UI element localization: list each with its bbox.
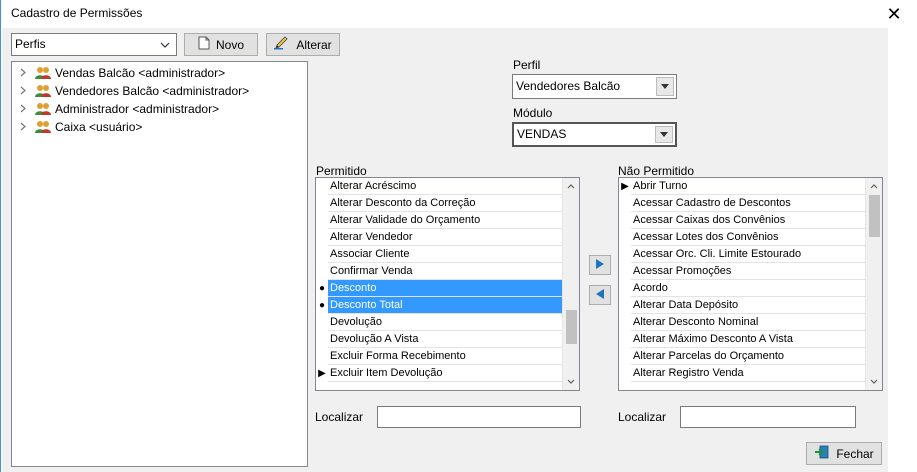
list-item-selected[interactable]: ● Desconto [316, 280, 562, 297]
scroll-thumb[interactable] [566, 310, 577, 344]
tree-item-label: Administrador <administrador> [55, 102, 220, 116]
perfil-label: Perfil [513, 58, 541, 72]
new-document-icon [198, 36, 210, 53]
row-pointer-icon: ▶ [318, 368, 326, 379]
chevron-right-icon [20, 104, 34, 115]
nao-permitido-label: Não Permitido [618, 164, 695, 178]
scroll-thumb[interactable] [869, 195, 880, 237]
list-item[interactable]: Acessar Lotes dos Convênios [619, 229, 865, 246]
selection-dot-icon: ● [318, 300, 326, 311]
perfil-combo[interactable]: Vendedores Balcão [512, 74, 677, 99]
close-button[interactable]: ✕ [871, 0, 917, 28]
list-item[interactable]: Alterar Parcelas do Orçamento [619, 348, 865, 365]
localizar-permitido-label: Localizar [315, 410, 364, 424]
chevron-right-icon [20, 86, 34, 97]
modulo-label: Módulo [513, 106, 553, 120]
list-item[interactable]: Acessar Cadastro de Descontos [619, 195, 865, 212]
tree-item-label: Vendas Balcão <administrador> [55, 66, 226, 80]
title-bar: Cadastro de Permissões ✕ [1, 0, 917, 28]
perfis-combo-value: Perfis [15, 37, 46, 51]
localizar-nao-permitido-input[interactable] [680, 406, 856, 428]
alterar-label: Alterar [296, 37, 332, 52]
tree-item-label: Caixa <usuário> [55, 120, 143, 134]
perfis-combo[interactable]: Perfis [11, 33, 177, 56]
permissions-window: Cadastro de Permissões ✕ Perfis Novo Alt… [0, 0, 917, 472]
list-item[interactable]: Acordo [619, 280, 865, 297]
scroll-down-icon[interactable] [563, 373, 579, 390]
arrow-right-icon [595, 258, 605, 273]
list-item-current[interactable]: ▶ Abrir Turno [619, 178, 865, 195]
tree-item[interactable]: Vendedores Balcão <administrador> [20, 82, 249, 100]
fechar-label: Fechar [836, 446, 874, 461]
nao-permitido-scrollbar[interactable] [865, 178, 882, 390]
nao-permitido-list[interactable]: ▶ Abrir Turno Acessar Cadastro de Descont… [618, 177, 883, 391]
list-item[interactable]: Devolução [316, 314, 562, 331]
users-group-icon [34, 66, 52, 80]
move-left-button[interactable] [589, 285, 611, 305]
chevron-down-icon [656, 77, 674, 96]
profiles-tree[interactable]: Vendas Balcão <administrador> Vendedores… [11, 61, 308, 467]
chevron-down-icon [156, 36, 174, 53]
list-item[interactable]: Acessar Promoções [619, 263, 865, 280]
list-item[interactable]: Alterar Vendedor [316, 229, 562, 246]
close-icon: ✕ [886, 3, 902, 24]
row-pointer-icon: ▶ [621, 181, 629, 192]
tree-item-label: Vendedores Balcão <administrador> [55, 84, 250, 98]
list-item[interactable]: Alterar Data Depósito [619, 297, 865, 314]
novo-label: Novo [215, 37, 244, 52]
tree-item[interactable]: Administrador <administrador> [20, 100, 219, 118]
users-group-icon [34, 102, 52, 116]
perfil-combo-value: Vendedores Balcão [516, 79, 621, 93]
permitido-list[interactable]: Alterar Acréscimo Alterar Desconto da Co… [315, 177, 580, 391]
list-item[interactable]: Alterar Registro Venda [619, 365, 865, 382]
alterar-button[interactable]: Alterar [266, 33, 340, 56]
move-right-button[interactable] [589, 255, 611, 275]
users-group-icon [34, 120, 52, 134]
list-item-current[interactable]: ▶ Excluir Item Devolução [316, 365, 562, 382]
list-item[interactable]: Associar Cliente [316, 246, 562, 263]
list-item[interactable]: Alterar Desconto Nominal [619, 314, 865, 331]
arrow-left-icon [595, 288, 605, 303]
chevron-right-icon [20, 68, 34, 79]
permitido-label: Permitido [316, 164, 367, 178]
list-item[interactable]: Acessar Orc. Cli. Limite Estourado [619, 246, 865, 263]
localizar-nao-permitido-field[interactable] [681, 407, 855, 427]
scroll-down-icon[interactable] [866, 373, 882, 390]
list-item[interactable]: Devolução A Vista [316, 331, 562, 348]
list-item[interactable]: Confirmar Venda [316, 263, 562, 280]
list-item[interactable]: Alterar Validade do Orçamento [316, 212, 562, 229]
scroll-up-icon[interactable] [866, 178, 882, 195]
tree-item[interactable]: Caixa <usuário> [20, 118, 142, 136]
permitido-scrollbar[interactable] [562, 178, 579, 390]
window-right-margin [888, 28, 917, 472]
list-item-selected[interactable]: ● Desconto Total [316, 297, 562, 314]
novo-button[interactable]: Novo [184, 33, 258, 56]
localizar-permitido-field[interactable] [378, 407, 580, 427]
client-area: Perfis Novo Alterar Vendas Balcão <admin… [2, 28, 888, 472]
localizar-permitido-input[interactable] [377, 406, 581, 428]
list-item[interactable]: Alterar Acréscimo [316, 178, 562, 195]
modulo-combo[interactable]: VENDAS [512, 122, 677, 147]
exit-door-icon [814, 445, 830, 462]
list-item[interactable]: Alterar Máximo Desconto A Vista [619, 331, 865, 348]
selection-dot-icon: ● [318, 283, 326, 294]
list-item[interactable]: Excluir Forma Recebimento [316, 348, 562, 365]
fechar-button[interactable]: Fechar [806, 442, 882, 465]
list-item[interactable]: Acessar Caixas dos Convênios [619, 212, 865, 229]
list-item[interactable]: Alterar Desconto da Correção [316, 195, 562, 212]
modulo-combo-value: VENDAS [517, 127, 567, 141]
chevron-right-icon [20, 122, 34, 133]
users-group-icon [34, 84, 52, 98]
edit-pencil-icon [274, 36, 290, 53]
tree-item[interactable]: Vendas Balcão <administrador> [20, 64, 225, 82]
localizar-nao-permitido-label: Localizar [618, 410, 667, 424]
window-title: Cadastro de Permissões [11, 6, 143, 20]
chevron-down-icon [655, 126, 673, 143]
scroll-up-icon[interactable] [563, 178, 579, 195]
